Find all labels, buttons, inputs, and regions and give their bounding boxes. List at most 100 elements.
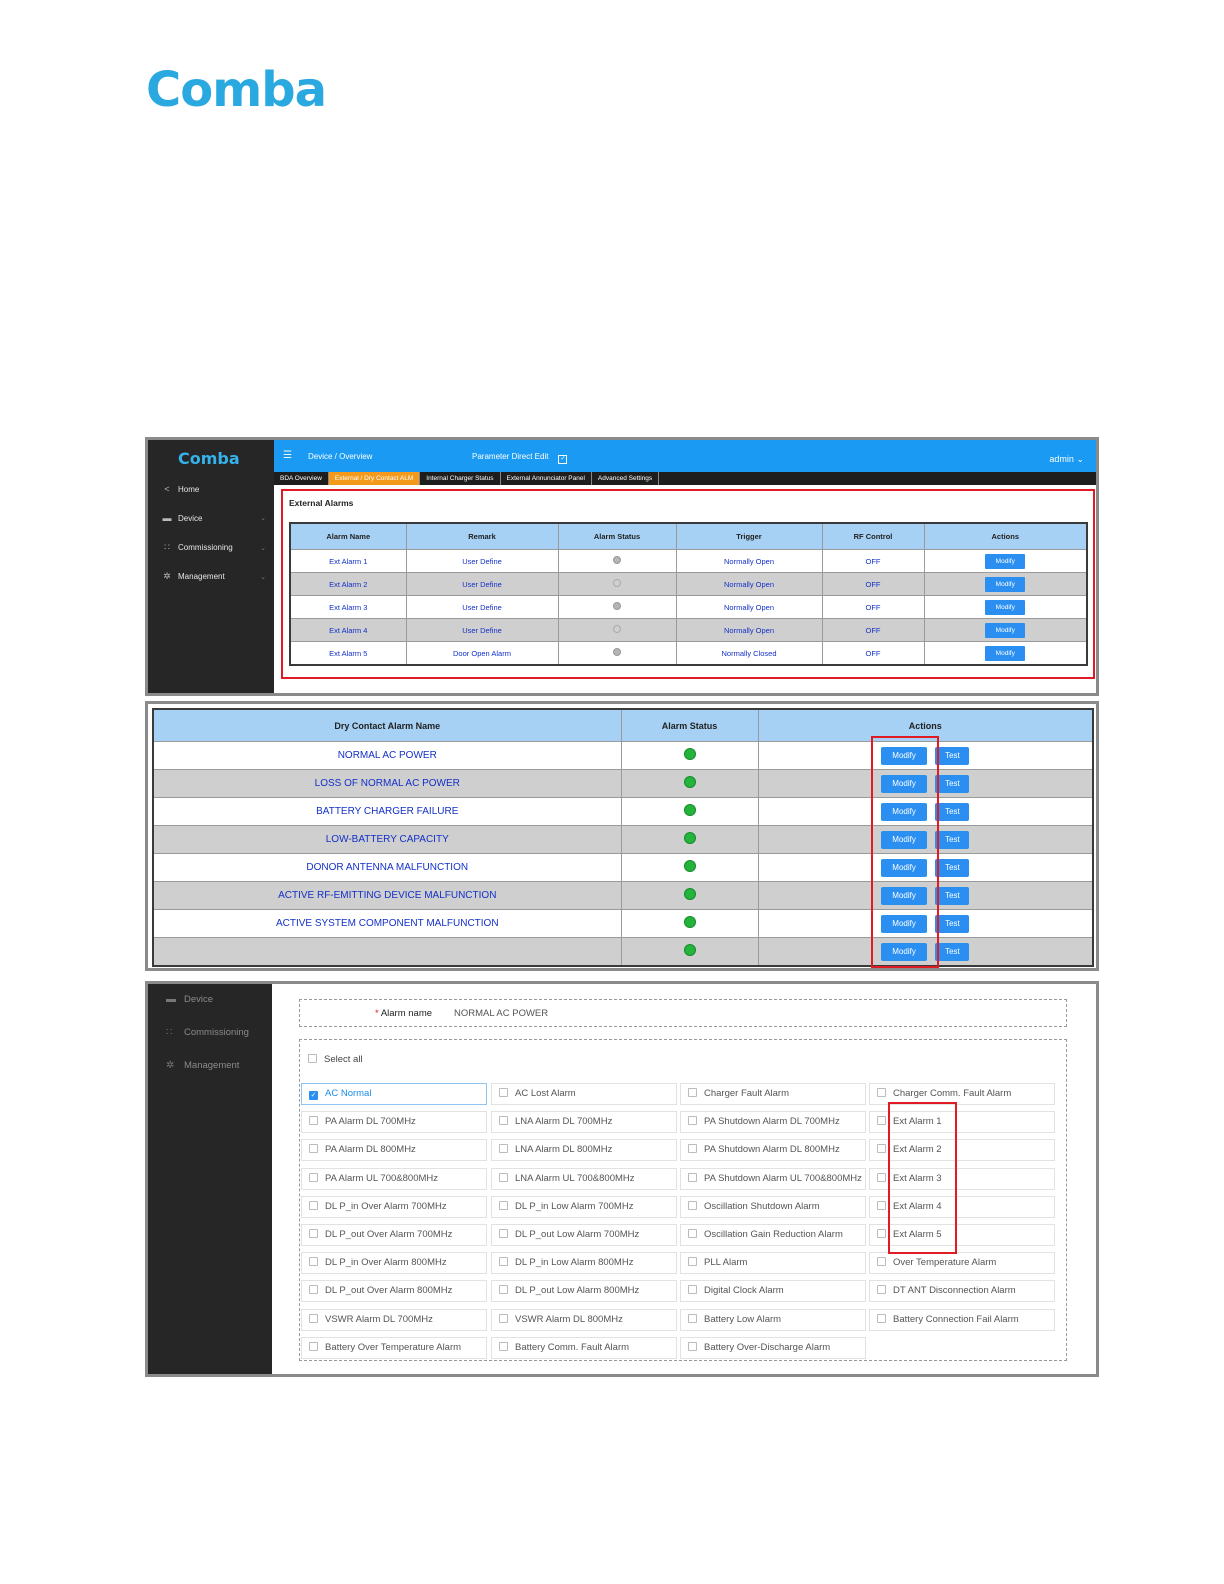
table-row: LOW-BATTERY CAPACITY Modify Test bbox=[152, 825, 1094, 854]
select-all-checkbox[interactable]: Select all bbox=[308, 1054, 363, 1065]
dry-contact-alarms-screenshot: Dry Contact Alarm Name Alarm Status Acti… bbox=[145, 701, 1099, 971]
alarm-option[interactable]: Battery Over Temperature Alarm bbox=[301, 1336, 487, 1359]
alarm-option[interactable]: DL P_in Low Alarm 700MHz bbox=[491, 1195, 677, 1218]
table-row: Ext Alarm 1 User Define Normally Open OF… bbox=[289, 549, 1088, 573]
test-button[interactable]: Test bbox=[935, 802, 970, 821]
alarm-option[interactable]: VSWR Alarm DL 800MHz bbox=[491, 1308, 677, 1331]
alarm-option-label: PA Shutdown Alarm DL 800MHz bbox=[704, 1144, 840, 1156]
sidebar-item-commissioning[interactable]: ∷ Commissioning bbox=[166, 1027, 249, 1038]
column-header: Trigger bbox=[675, 522, 823, 550]
alarm-option[interactable]: AC Lost Alarm bbox=[491, 1083, 677, 1105]
alarm-option[interactable]: LNA Alarm DL 700MHz bbox=[491, 1111, 677, 1134]
checkbox-icon bbox=[499, 1285, 508, 1295]
alarm-option[interactable]: LNA Alarm DL 800MHz bbox=[491, 1139, 677, 1162]
status-indicator bbox=[683, 944, 696, 956]
alarm-option[interactable]: DL P_in Low Alarm 800MHz bbox=[491, 1252, 677, 1275]
checkbox-icon bbox=[499, 1172, 508, 1182]
status-indicator bbox=[683, 860, 696, 872]
alarm-option[interactable]: ✓ AC Normal bbox=[301, 1083, 487, 1105]
alarm-option[interactable]: Oscillation Gain Reduction Alarm bbox=[680, 1224, 866, 1246]
tab-external-annunciator-panel[interactable]: External Annunciator Panel bbox=[501, 472, 592, 485]
alarm-option-label: Battery Connection Fail Alarm bbox=[893, 1313, 1019, 1325]
dry-contact-name-cell: LOSS OF NORMAL AC POWER bbox=[152, 769, 622, 798]
parameter-direct-edit-checkbox[interactable]: ✓ bbox=[558, 455, 568, 464]
test-button[interactable]: Test bbox=[935, 746, 970, 765]
tab-advanced-settings[interactable]: Advanced Settings bbox=[592, 472, 660, 485]
alarm-option[interactable]: DT ANT Disconnection Alarm bbox=[869, 1280, 1055, 1303]
alarm-option[interactable]: Digital Clock Alarm bbox=[680, 1280, 866, 1303]
sidebar-item-management[interactable]: ✲ Management ⌄ bbox=[162, 571, 266, 582]
alarm-option[interactable]: VSWR Alarm DL 700MHz bbox=[301, 1308, 487, 1331]
alarm-option[interactable]: DL P_out Over Alarm 800MHz bbox=[301, 1280, 487, 1303]
alarm-option[interactable]: DL P_out Low Alarm 700MHz bbox=[491, 1224, 677, 1246]
chevron-down-icon: ⌄ bbox=[260, 573, 266, 581]
alarm-option[interactable]: Battery Comm. Fault Alarm bbox=[491, 1336, 677, 1359]
alarm-option-label: DL P_out Over Alarm 700MHz bbox=[325, 1229, 453, 1240]
test-button[interactable]: Test bbox=[935, 830, 970, 849]
alarm-option[interactable]: Oscillation Shutdown Alarm bbox=[680, 1195, 866, 1218]
modify-button[interactable]: Modify bbox=[985, 645, 1026, 661]
modify-button[interactable]: Modify bbox=[985, 576, 1026, 592]
test-button[interactable]: Test bbox=[935, 774, 970, 793]
alarm-name-cell: Ext Alarm 1 bbox=[289, 549, 407, 573]
sidebar-item-device[interactable]: ▬ Device bbox=[166, 994, 213, 1005]
test-button[interactable]: Test bbox=[935, 914, 970, 933]
alarm-option[interactable]: DL P_out Over Alarm 700MHz bbox=[301, 1224, 487, 1246]
alarm-option[interactable]: Battery Low Alarm bbox=[680, 1308, 866, 1331]
checkbox-icon bbox=[877, 1200, 886, 1210]
alarm-option[interactable]: DL P_out Low Alarm 800MHz bbox=[491, 1280, 677, 1303]
column-header: Alarm Status bbox=[557, 522, 677, 550]
alarm-option[interactable]: Charger Fault Alarm bbox=[680, 1083, 866, 1105]
chevron-down-icon: ⌄ bbox=[260, 515, 266, 522]
parameter-direct-edit-label: Parameter Direct Edit bbox=[472, 452, 549, 461]
alarm-option[interactable]: PA Shutdown Alarm DL 800MHz bbox=[680, 1139, 866, 1162]
alarm-option[interactable]: Battery Connection Fail Alarm bbox=[869, 1308, 1055, 1331]
tab-internal-charger-status[interactable]: Internal Charger Status bbox=[420, 472, 501, 485]
alarm-status-cell bbox=[620, 769, 759, 798]
tab-external-dry-contact[interactable]: External / Dry Contact ALM bbox=[328, 472, 421, 485]
checkbox-icon bbox=[499, 1341, 508, 1351]
checkbox-icon bbox=[309, 1257, 318, 1267]
breadcrumb: Device / Overview bbox=[308, 452, 373, 461]
checkbox-icon bbox=[499, 1200, 508, 1210]
menu-icon[interactable]: ☰ bbox=[283, 450, 292, 461]
alarm-option-label: PLL Alarm bbox=[704, 1257, 748, 1269]
test-button[interactable]: Test bbox=[935, 886, 970, 905]
modify-button[interactable]: Modify bbox=[985, 622, 1026, 638]
test-button[interactable]: Test bbox=[935, 858, 970, 877]
alarm-name-input[interactable]: NORMAL AC POWER bbox=[454, 1008, 548, 1019]
alarm-option[interactable]: DL P_in Over Alarm 700MHz bbox=[301, 1195, 487, 1218]
alarm-option[interactable]: PLL Alarm bbox=[680, 1252, 866, 1275]
alarm-option[interactable]: PA Alarm DL 700MHz bbox=[301, 1111, 487, 1134]
modify-button[interactable]: Modify bbox=[985, 553, 1026, 569]
checkbox-icon bbox=[877, 1257, 886, 1267]
alarm-option[interactable]: LNA Alarm UL 700&800MHz bbox=[491, 1167, 677, 1190]
comba-logo: Comba bbox=[146, 62, 327, 118]
sidebar-item-management[interactable]: ✲ Management bbox=[166, 1060, 239, 1071]
checkbox-checked-icon: ✓ bbox=[309, 1091, 318, 1100]
checkbox-icon bbox=[688, 1341, 697, 1351]
test-button[interactable]: Test bbox=[935, 942, 970, 961]
alarm-option[interactable]: PA Shutdown Alarm UL 700&800MHz bbox=[680, 1167, 866, 1190]
chevron-down-icon: ⌄ bbox=[260, 544, 266, 552]
remark-cell: User Define bbox=[405, 572, 559, 596]
monitor-icon: ▬ bbox=[162, 513, 172, 523]
alarm-option[interactable]: DL P_in Over Alarm 800MHz bbox=[301, 1252, 487, 1275]
alarm-option[interactable]: PA Shutdown Alarm DL 700MHz bbox=[680, 1111, 866, 1134]
alarm-status-cell bbox=[620, 825, 759, 854]
sidebar-item-device[interactable]: ▬ Device ⌄ bbox=[162, 513, 267, 523]
table-header-row: Alarm Name Remark Alarm Status Trigger R… bbox=[289, 522, 1088, 550]
alarm-option[interactable]: Over Temperature Alarm bbox=[869, 1252, 1055, 1275]
checkbox-icon bbox=[877, 1285, 886, 1295]
modify-button[interactable]: Modify bbox=[985, 599, 1026, 615]
user-menu[interactable]: admin ⌄ bbox=[1049, 454, 1084, 465]
alarm-option[interactable]: PA Alarm DL 800MHz bbox=[301, 1139, 487, 1162]
checkbox-icon bbox=[499, 1257, 508, 1267]
sidebar-item-commissioning[interactable]: ∷ Commissioning ⌄ bbox=[162, 542, 266, 553]
sidebar-item-home[interactable]: < Home bbox=[162, 484, 266, 494]
alarm-option[interactable]: Battery Over-Discharge Alarm bbox=[680, 1336, 866, 1359]
checkbox-icon bbox=[309, 1172, 318, 1182]
tab-bda-overview[interactable]: BDA Overview bbox=[274, 472, 329, 485]
alarm-option[interactable]: PA Alarm UL 700&800MHz bbox=[301, 1167, 487, 1190]
status-indicator bbox=[613, 556, 621, 564]
